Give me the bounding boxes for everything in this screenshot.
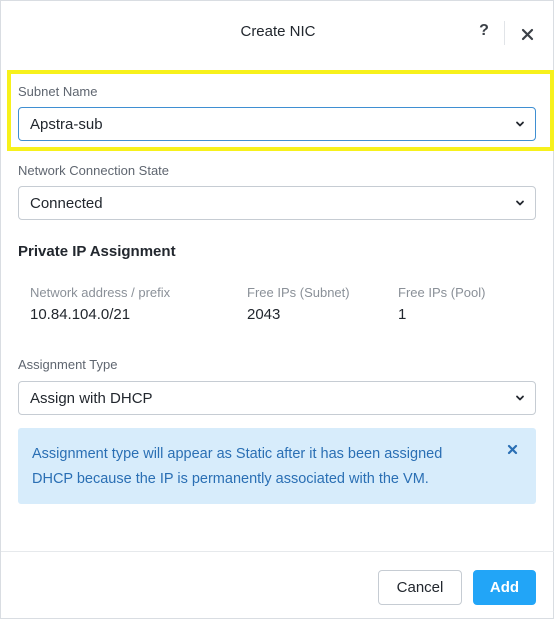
free-ips-subnet-label: Free IPs (Subnet) <box>247 285 350 300</box>
chevron-down-icon <box>516 121 524 127</box>
connection-state-select[interactable]: Connected <box>18 186 536 220</box>
assignment-type-label: Assignment Type <box>18 357 118 372</box>
assignment-type-select[interactable]: Assign with DHCP <box>18 381 536 415</box>
chevron-down-icon <box>516 200 524 206</box>
info-alert: Assignment type will appear as Static af… <box>18 428 536 504</box>
close-icon[interactable] <box>517 23 539 45</box>
subnet-name-select[interactable]: Apstra-sub <box>18 107 536 141</box>
add-button[interactable]: Add <box>473 570 536 605</box>
network-address-label: Network address / prefix <box>30 285 171 300</box>
subnet-name-label: Subnet Name <box>18 84 98 99</box>
alert-close-icon[interactable] <box>506 443 520 457</box>
cancel-button[interactable]: Cancel <box>378 570 462 605</box>
private-ip-section-title: Private IP Assignment <box>18 243 176 260</box>
footer-divider <box>1 551 554 552</box>
free-ips-pool-value: 1 <box>398 306 407 323</box>
connection-state-label: Network Connection State <box>18 163 170 178</box>
free-ips-subnet-value: 2043 <box>247 306 281 323</box>
free-ips-pool-label: Free IPs (Pool) <box>398 285 486 300</box>
header-divider <box>504 21 505 45</box>
help-icon[interactable]: ? <box>475 22 493 42</box>
assignment-type-value: Assign with DHCP <box>30 390 153 407</box>
dialog-header: Create NIC ? <box>1 1 554 65</box>
connection-state-value: Connected <box>30 195 103 212</box>
chevron-down-icon <box>516 395 524 401</box>
alert-message: Assignment type will appear as Static af… <box>32 446 443 487</box>
create-nic-dialog: Create NIC ? Subnet Name Apstra-sub Netw… <box>0 0 554 619</box>
subnet-name-value: Apstra-sub <box>30 116 103 133</box>
dialog-title: Create NIC <box>240 23 316 40</box>
network-address-value: 10.84.104.0/21 <box>30 306 131 323</box>
